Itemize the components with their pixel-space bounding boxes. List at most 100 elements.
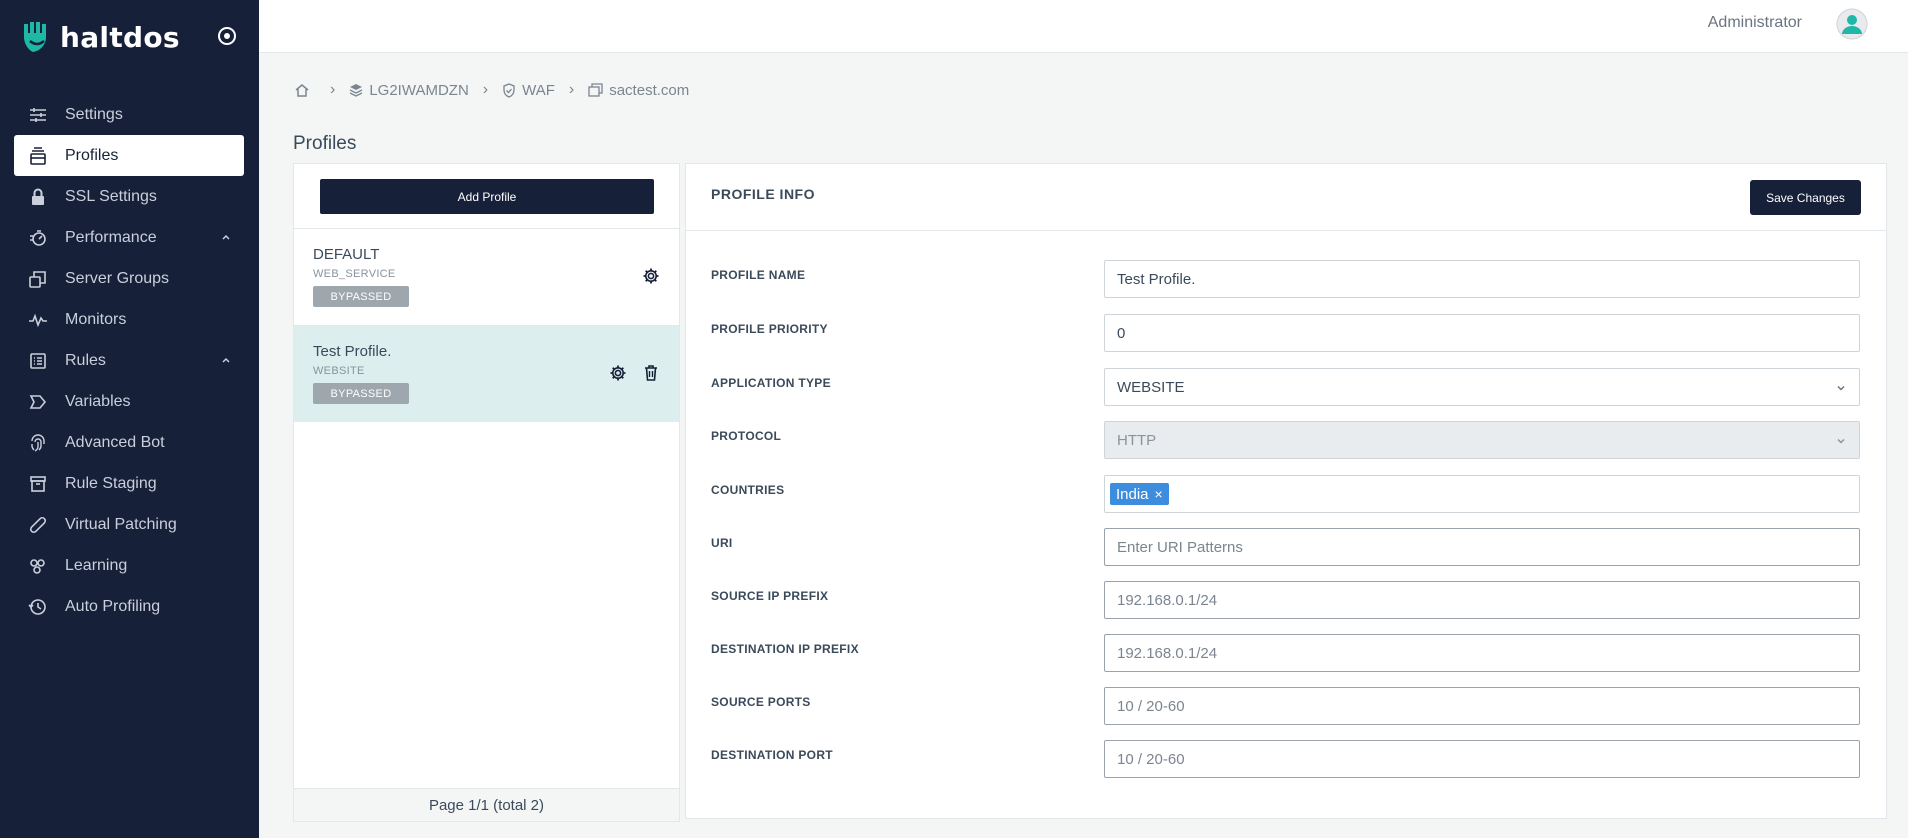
form-row-application-type: APPLICATION TYPE WEBSITE bbox=[686, 368, 1886, 406]
sidebar-item-label: Monitors bbox=[65, 310, 127, 328]
sidebar-item-learning[interactable]: Learning bbox=[14, 545, 244, 586]
gear-icon[interactable] bbox=[609, 364, 627, 382]
profiles-icon bbox=[28, 146, 48, 166]
chevron-up-icon bbox=[222, 234, 230, 240]
form-row-uri: URI bbox=[686, 528, 1886, 566]
field-label: SOURCE IP PREFIX bbox=[711, 589, 829, 603]
sidebar-item-auto-profiling[interactable]: Auto Profiling bbox=[14, 586, 244, 627]
brand-name: haltdos bbox=[60, 20, 180, 54]
status-badge: BYPASSED bbox=[313, 286, 409, 307]
application-type-select[interactable]: WEBSITE bbox=[1104, 368, 1860, 406]
field-label: SOURCE PORTS bbox=[711, 695, 811, 709]
layers-icon bbox=[350, 84, 363, 97]
sidebar-item-label: Advanced Bot bbox=[65, 433, 165, 451]
profile-priority-field[interactable] bbox=[1104, 314, 1860, 352]
destination-ip-field[interactable] bbox=[1104, 634, 1860, 672]
breadcrumb-item-waf[interactable]: WAF bbox=[502, 82, 555, 99]
breadcrumb-item-cluster[interactable]: LG2IWAMDZN bbox=[349, 82, 469, 99]
sidebar-item-monitors[interactable]: Monitors bbox=[14, 299, 244, 340]
form-row-source-ports: SOURCE PORTS bbox=[686, 687, 1886, 725]
sidebar-item-virtual-patching[interactable]: Virtual Patching bbox=[14, 504, 244, 545]
source-ip-field[interactable] bbox=[1104, 581, 1860, 619]
form-row-profile-name: PROFILE NAME bbox=[686, 260, 1886, 298]
profile-type: WEB_SERVICE bbox=[313, 268, 396, 280]
sidebar-item-settings[interactable]: Settings bbox=[14, 94, 244, 135]
sidebar-nav: Settings Profiles SSL Settings Performan… bbox=[14, 94, 244, 627]
form-row-protocol: PROTOCOL HTTP bbox=[686, 421, 1886, 459]
breadcrumb-label: sactest.com bbox=[609, 81, 690, 99]
sidebar-item-label: Rules bbox=[65, 351, 106, 369]
tag-icon bbox=[28, 392, 48, 412]
form-row-profile-priority: PROFILE PRIORITY bbox=[686, 314, 1886, 352]
sidebar-item-variables[interactable]: Variables bbox=[14, 381, 244, 422]
status-badge: BYPASSED bbox=[313, 383, 409, 404]
user-name[interactable]: Administrator bbox=[1708, 14, 1802, 32]
chevron-down-icon bbox=[1837, 438, 1845, 444]
profile-type: WEBSITE bbox=[313, 365, 365, 377]
tag-label: India bbox=[1116, 485, 1149, 503]
select-value: WEBSITE bbox=[1117, 378, 1185, 396]
sidebar-item-advanced-bot[interactable]: Advanced Bot bbox=[14, 422, 244, 463]
destination-port-field[interactable] bbox=[1104, 740, 1860, 778]
window-icon bbox=[588, 83, 603, 97]
field-label: PROTOCOL bbox=[711, 429, 782, 443]
field-label: PROFILE NAME bbox=[711, 268, 806, 282]
sidebar-item-server-groups[interactable]: Server Groups bbox=[14, 258, 244, 299]
haltdos-logo-icon bbox=[24, 22, 46, 52]
profile-list-panel: Add Profile DEFAULT WEB_SERVICE BYPASSED… bbox=[293, 163, 680, 822]
field-label: URI bbox=[711, 536, 733, 550]
sidebar-item-label: SSL Settings bbox=[65, 187, 157, 205]
chevron-down-icon bbox=[1837, 385, 1845, 391]
protocol-select: HTTP bbox=[1104, 421, 1860, 459]
sidebar-item-performance[interactable]: Performance bbox=[14, 217, 244, 258]
profile-name-field[interactable] bbox=[1104, 260, 1860, 298]
breadcrumb-label: WAF bbox=[522, 81, 555, 99]
sidebar: haltdos Settings Profiles SSL Settings P… bbox=[0, 0, 259, 838]
sidebar-item-rules[interactable]: Rules bbox=[14, 340, 244, 381]
profile-name: Test Profile. bbox=[313, 343, 392, 360]
sidebar-item-label: Settings bbox=[65, 105, 123, 123]
breadcrumb-separator: › bbox=[482, 81, 489, 98]
field-label: APPLICATION TYPE bbox=[711, 376, 831, 390]
form-row-destination-port: DESTINATION PORT bbox=[686, 740, 1886, 778]
breadcrumb: › LG2IWAMDZN › WAF › sactest.com bbox=[294, 81, 689, 99]
breadcrumb-home[interactable] bbox=[294, 82, 316, 98]
source-ports-field[interactable] bbox=[1104, 687, 1860, 725]
pagination-info: Page 1/1 (total 2) bbox=[294, 788, 679, 821]
select-value: HTTP bbox=[1117, 431, 1157, 449]
fingerprint-icon bbox=[28, 433, 48, 453]
trash-icon[interactable] bbox=[642, 364, 660, 382]
form-row-destination-ip: DESTINATION IP PREFIX bbox=[686, 634, 1886, 672]
profile-info-title: PROFILE INFO bbox=[711, 186, 815, 202]
profile-name: DEFAULT bbox=[313, 246, 380, 263]
remove-tag-icon[interactable]: × bbox=[1155, 486, 1163, 502]
breadcrumb-separator: › bbox=[568, 81, 575, 98]
breadcrumb-separator: › bbox=[330, 81, 336, 98]
avatar[interactable] bbox=[1836, 8, 1868, 40]
sidebar-item-label: Auto Profiling bbox=[65, 597, 161, 615]
profile-list-item[interactable]: Test Profile. WEBSITE BYPASSED bbox=[294, 325, 679, 422]
pulse-icon bbox=[28, 310, 48, 330]
sidebar-item-label: Learning bbox=[65, 556, 128, 574]
breadcrumb-item-app[interactable]: sactest.com bbox=[588, 82, 689, 99]
performance-icon bbox=[28, 228, 48, 248]
add-profile-button[interactable]: Add Profile bbox=[320, 179, 654, 214]
profile-list-item[interactable]: DEFAULT WEB_SERVICE BYPASSED bbox=[294, 228, 679, 325]
gear-icon[interactable] bbox=[642, 267, 660, 285]
history-icon bbox=[28, 597, 48, 617]
save-changes-button[interactable]: Save Changes bbox=[1750, 180, 1861, 215]
uri-field[interactable] bbox=[1104, 528, 1860, 566]
sidebar-item-rule-staging[interactable]: Rule Staging bbox=[14, 463, 244, 504]
country-tag: India × bbox=[1110, 483, 1169, 505]
sidebar-item-label: Rule Staging bbox=[65, 474, 157, 492]
brand-logo[interactable]: haltdos bbox=[22, 20, 180, 54]
archive-icon bbox=[28, 474, 48, 494]
countries-multiselect[interactable]: India × bbox=[1104, 475, 1860, 513]
sidebar-toggle-icon[interactable] bbox=[215, 24, 239, 48]
sidebar-item-profiles[interactable]: Profiles bbox=[14, 135, 244, 176]
form-row-source-ip: SOURCE IP PREFIX bbox=[686, 581, 1886, 619]
sidebar-item-label: Server Groups bbox=[65, 269, 170, 287]
field-label: COUNTRIES bbox=[711, 483, 785, 497]
sidebar-item-ssl-settings[interactable]: SSL Settings bbox=[14, 176, 244, 217]
form-row-countries: COUNTRIES India × bbox=[686, 475, 1886, 513]
